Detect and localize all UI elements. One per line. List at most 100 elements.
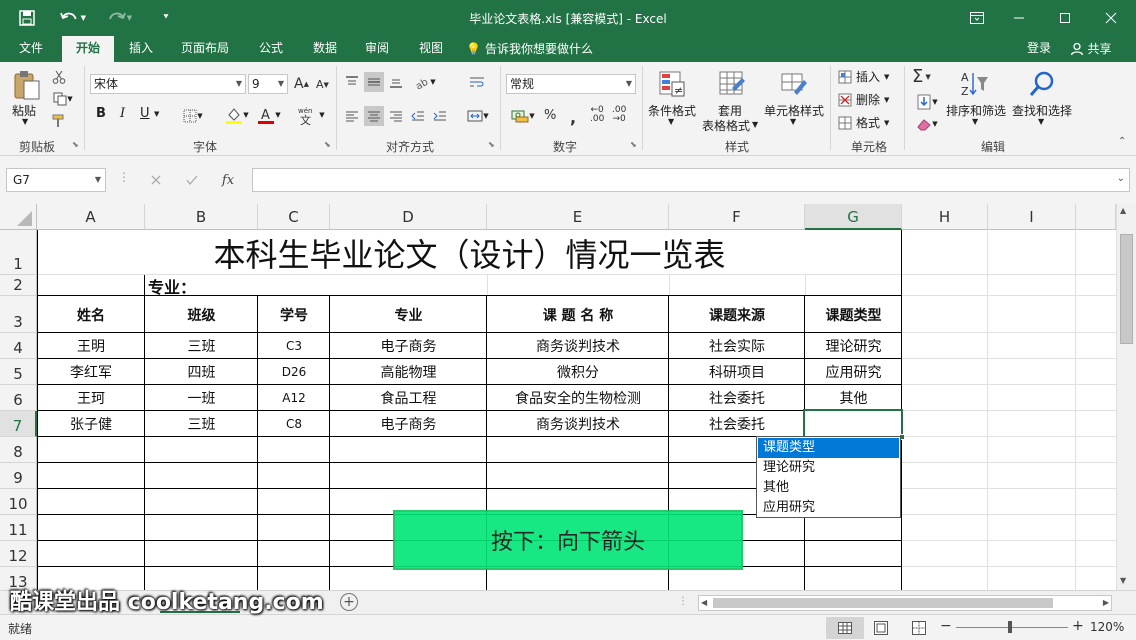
wrap-text-icon[interactable] — [462, 72, 492, 92]
table-cell[interactable]: 社会委托 — [669, 385, 805, 411]
column-header-c[interactable]: C — [258, 204, 330, 230]
chevron-down-icon[interactable]: ▼ — [972, 117, 978, 126]
insert-cells-button[interactable]: 插入 ▼ — [838, 68, 889, 85]
table-cell[interactable]: 商务谈判技术 — [487, 411, 669, 437]
border-icon[interactable]: ▼ — [178, 106, 208, 126]
add-sheet-icon[interactable]: + — [340, 593, 358, 611]
tab-review[interactable]: 审阅 — [354, 36, 400, 62]
row-header-9[interactable]: 9 — [0, 463, 37, 489]
table-cell[interactable]: 食品工程 — [330, 385, 487, 411]
cell-styles-icon[interactable] — [778, 68, 810, 100]
column-header-e[interactable]: E — [487, 204, 669, 230]
orientation-icon[interactable]: ab ▼ — [410, 72, 440, 92]
dropdown-option-header[interactable]: 课题类型 — [758, 438, 899, 458]
row-header-7[interactable]: 7 — [0, 411, 37, 437]
maximize-button[interactable] — [1042, 0, 1088, 36]
chevron-down-icon[interactable]: ▼ — [790, 117, 796, 126]
format-painter-icon[interactable] — [50, 112, 68, 130]
fill-color-icon[interactable]: ▼ — [222, 104, 252, 126]
row-header-5[interactable]: 5 — [0, 359, 37, 385]
validation-dropdown[interactable]: 课题类型 理论研究 其他 应用研究 — [756, 436, 901, 518]
column-header-d[interactable]: D — [330, 204, 487, 230]
normal-view-icon[interactable] — [826, 617, 864, 639]
scroll-left-icon[interactable]: ◀ — [701, 596, 707, 610]
header-source[interactable]: 课题来源 — [669, 296, 805, 333]
zoom-out-icon[interactable]: − — [940, 618, 952, 634]
redo-icon[interactable]: ▼ — [104, 9, 134, 27]
header-student-id[interactable]: 学号 — [258, 296, 330, 333]
table-cell[interactable]: 三班 — [145, 333, 258, 359]
number-format-combo[interactable]: 常规 ▼ — [506, 74, 636, 94]
row-header-3[interactable]: 3 — [0, 296, 37, 333]
delete-cells-button[interactable]: 删除 ▼ — [838, 91, 889, 108]
undo-icon[interactable]: ▼ — [60, 9, 86, 27]
login-link[interactable]: 登录 — [1020, 36, 1058, 62]
zoom-slider-thumb[interactable] — [1008, 621, 1012, 633]
tell-me-box[interactable]: 💡 告诉我你想要做什么 — [466, 36, 606, 62]
table-cell[interactable]: 其他 — [805, 385, 902, 411]
font-launcher-icon[interactable]: ⬊ — [324, 140, 331, 149]
page-break-view-icon[interactable] — [912, 621, 926, 638]
percent-icon[interactable]: % — [544, 108, 556, 123]
table-cell[interactable]: 科研项目 — [669, 359, 805, 385]
paste-dropdown-icon[interactable]: ▼ — [22, 117, 28, 126]
column-header-g[interactable]: G — [805, 204, 902, 230]
major-label[interactable]: 专业： — [148, 275, 196, 297]
tab-home[interactable]: 开始 — [62, 36, 114, 62]
column-header-b[interactable]: B — [145, 204, 258, 230]
row-header-8[interactable]: 8 — [0, 437, 37, 463]
cancel-entry-icon[interactable] — [144, 170, 168, 190]
header-name[interactable]: 姓名 — [37, 296, 145, 333]
header-major[interactable]: 专业 — [330, 296, 487, 333]
fill-icon[interactable]: ▼ — [912, 92, 942, 112]
clear-icon[interactable]: ▼ — [912, 114, 942, 134]
name-box[interactable]: G7 ▼ — [6, 168, 106, 192]
vertical-scrollbar[interactable]: ▲ ▼ — [1116, 204, 1136, 590]
tab-insert[interactable]: 插入 — [118, 36, 164, 62]
header-topic[interactable]: 课 题 名 称 — [487, 296, 669, 333]
tab-file[interactable]: 文件 — [8, 36, 54, 62]
table-cell[interactable]: 王明 — [37, 333, 145, 359]
table-cell[interactable]: 社会委托 — [669, 411, 805, 437]
column-header-i[interactable]: I — [988, 204, 1076, 230]
ribbon-display-icon[interactable] — [954, 0, 1000, 36]
horizontal-scroll-thumb[interactable] — [713, 598, 1053, 608]
table-cell[interactable]: 李红军 — [37, 359, 145, 385]
table-cell[interactable]: D26 — [258, 359, 330, 385]
dropdown-option-theory[interactable]: 理论研究 — [758, 458, 899, 478]
row-header-6[interactable]: 6 — [0, 385, 37, 411]
table-cell[interactable]: 理论研究 — [805, 333, 902, 359]
sort-filter-icon[interactable]: AZ — [958, 68, 990, 100]
customize-qat-icon[interactable]: ⯆ — [158, 9, 174, 27]
row-header-10[interactable]: 10 — [0, 489, 37, 515]
bold-button[interactable]: B — [96, 106, 106, 121]
header-type[interactable]: 课题类型 — [805, 296, 902, 333]
scroll-right-icon[interactable]: ▶ — [1103, 596, 1109, 610]
row-header-2[interactable]: 2 — [0, 275, 37, 296]
share-button[interactable]: 共享 — [1062, 36, 1120, 62]
paste-icon[interactable] — [10, 68, 44, 102]
header-class[interactable]: 班级 — [145, 296, 258, 333]
font-color-icon[interactable]: A ▼ — [254, 104, 284, 126]
increase-decimal-icon[interactable]: ←0.00 — [590, 106, 604, 124]
table-cell[interactable]: 食品安全的生物检测 — [487, 385, 669, 411]
tab-view[interactable]: 视图 — [408, 36, 454, 62]
comma-icon[interactable]: , — [570, 108, 576, 127]
column-header-extra[interactable] — [1076, 204, 1116, 230]
confirm-entry-icon[interactable] — [180, 170, 204, 190]
merge-center-icon[interactable]: ▼ — [462, 106, 494, 126]
conditional-format-icon[interactable]: ≠ — [656, 68, 688, 100]
row-header-4[interactable]: 4 — [0, 333, 37, 359]
table-cell[interactable]: 社会实际 — [669, 333, 805, 359]
zoom-slider[interactable] — [956, 621, 1068, 633]
table-cell[interactable]: C3 — [258, 333, 330, 359]
minimize-button[interactable] — [996, 0, 1042, 36]
chevron-down-icon[interactable]: ▼ — [668, 117, 674, 126]
tab-page-layout[interactable]: 页面布局 — [172, 36, 238, 62]
tab-formulas[interactable]: 公式 — [248, 36, 294, 62]
table-cell[interactable]: 张子健 — [37, 411, 145, 437]
italic-button[interactable]: I — [120, 106, 125, 121]
increase-font-icon[interactable]: A ▲ — [294, 76, 309, 92]
collapse-ribbon-icon[interactable]: ⌃ — [1118, 136, 1126, 147]
align-right-icon[interactable] — [386, 106, 406, 126]
